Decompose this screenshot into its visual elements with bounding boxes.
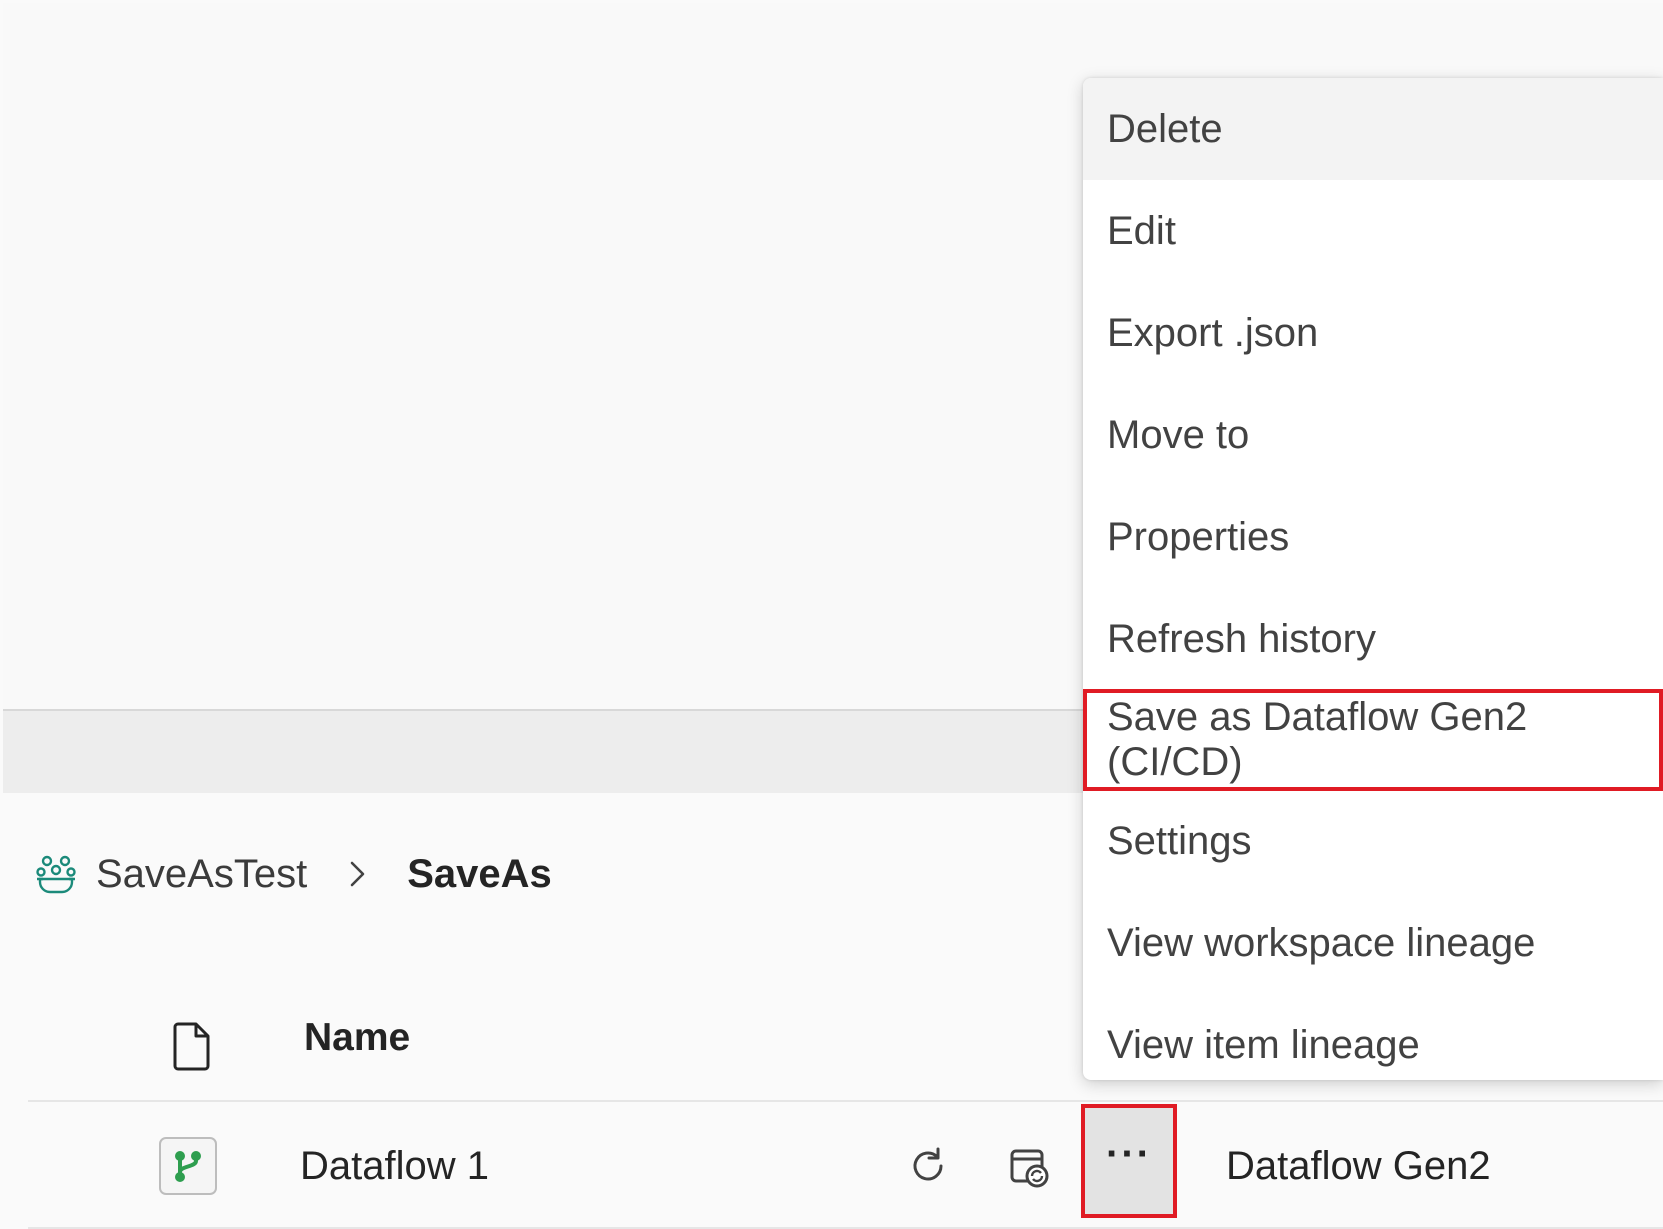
- workspace-people-icon: [36, 855, 76, 894]
- menu-item-refresh-history[interactable]: Refresh history: [1083, 588, 1663, 690]
- item-name[interactable]: Dataflow 1: [300, 1144, 489, 1189]
- item-type: Dataflow Gen2: [1226, 1144, 1491, 1188]
- more-options-button[interactable]: ···: [1081, 1104, 1177, 1218]
- breadcrumb: SaveAsTest SaveAs: [34, 846, 552, 902]
- chevron-right-icon: [350, 861, 365, 887]
- breadcrumb-workspace[interactable]: SaveAsTest: [96, 852, 307, 897]
- menu-item-settings[interactable]: Settings: [1083, 790, 1663, 892]
- menu-item-edit[interactable]: Edit: [1083, 180, 1663, 282]
- menu-item-view-item-lineage[interactable]: View item lineage: [1083, 994, 1663, 1096]
- dataflow-branch-icon: [159, 1137, 217, 1195]
- header-band: [3, 709, 1083, 793]
- schedule-refresh-icon[interactable]: [1008, 1146, 1050, 1188]
- workspace-page: SaveAsTest SaveAs Name Dataflow 1 ··· Da…: [0, 0, 1663, 1229]
- menu-item-delete[interactable]: Delete: [1083, 78, 1663, 180]
- dataflow-branch-glyph: [175, 1151, 201, 1182]
- table-row[interactable]: Dataflow 1 ··· Dataflow Gen2: [28, 1104, 1663, 1229]
- context-menu: Delete Edit Export .json Move to Propert…: [1083, 78, 1663, 1080]
- menu-item-move-to[interactable]: Move to: [1083, 384, 1663, 486]
- column-header-name[interactable]: Name: [304, 1016, 410, 1060]
- menu-item-export-json[interactable]: Export .json: [1083, 282, 1663, 384]
- menu-item-properties[interactable]: Properties: [1083, 486, 1663, 588]
- menu-item-view-workspace-lineage[interactable]: View workspace lineage: [1083, 892, 1663, 994]
- breadcrumb-current: SaveAs: [407, 851, 552, 896]
- menu-item-save-as-cicd[interactable]: Save as Dataflow Gen2 (CI/CD): [1083, 689, 1663, 791]
- refresh-icon[interactable]: [908, 1146, 948, 1186]
- document-icon: [173, 1022, 210, 1071]
